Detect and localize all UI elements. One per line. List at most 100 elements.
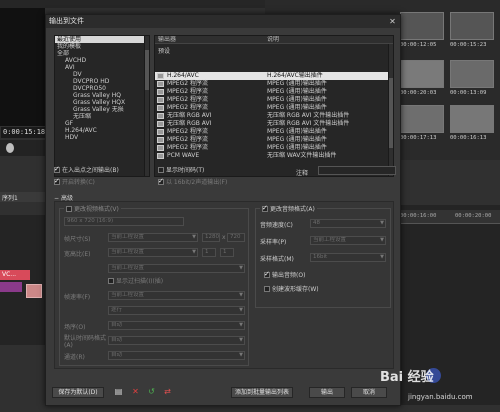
category-item[interactable]: 最近使用 <box>55 36 149 43</box>
output-audio-checkbox[interactable]: 输出音频(O) <box>264 270 305 280</box>
enable-convert-checkbox[interactable]: 开启转换(C) <box>54 177 95 187</box>
progressive-select[interactable]: 逐行 ▼ <box>108 306 245 315</box>
category-item[interactable]: DVCPRO50 <box>55 85 149 92</box>
change-video-format-checkbox[interactable]: 更改视频格式(V) <box>64 204 121 213</box>
category-scrollbar[interactable] <box>144 36 149 176</box>
exporter-row[interactable]: MPEG2 程序流 MPEG (通用)输出插件 <box>155 80 389 88</box>
export-icon[interactable]: ⇄ <box>163 387 172 396</box>
chevron-down-icon: ▼ <box>380 237 384 243</box>
exporter-row[interactable]: MPEG2 程序流 MPEG (通用)输出插件 <box>155 88 389 96</box>
chevron-down-icon: ▼ <box>239 337 243 343</box>
save-default-button[interactable]: 保存为默认(D) <box>52 387 104 398</box>
exporter-row[interactable]: MPEG2 程序流 MPEG (通用)输出插件 <box>155 128 389 136</box>
save-icon[interactable]: ▤ <box>114 387 123 396</box>
channel-select[interactable]: 自动 ▼ <box>108 351 245 360</box>
sample-rate-select[interactable]: 48 ▼ <box>310 219 386 228</box>
frame-width-input[interactable]: 1280 <box>202 233 220 242</box>
checkbox-icon[interactable] <box>158 167 164 173</box>
category-item[interactable]: 全部 <box>55 50 149 57</box>
asset-thumb-label: 00:00:20:03 <box>400 90 437 96</box>
aspect-x-input[interactable]: 1 <box>202 248 216 257</box>
asset-thumb[interactable] <box>400 12 444 40</box>
asset-thumb[interactable] <box>450 105 494 133</box>
exporter-row[interactable]: 无压缩 RGB AVI 无压缩 RGB AVI 文件输出插件 <box>155 120 389 128</box>
checkbox-checked-icon[interactable] <box>262 204 268 212</box>
checkbox-checked-icon[interactable] <box>54 177 60 185</box>
exporter-name: MPEG2 程序流 <box>167 128 208 135</box>
default-timecode-select[interactable]: 自动 ▼ <box>108 336 245 345</box>
field-order-select[interactable]: 自动 ▼ <box>108 321 245 330</box>
exporter-description: MPEG (通用)输出插件 <box>267 96 327 103</box>
category-item[interactable]: AVCHD <box>55 57 149 64</box>
category-item[interactable]: Grass Valley HQX <box>55 99 149 106</box>
exporter-row[interactable]: MPEG2 程序流 MPEG (通用)输出插件 <box>155 104 389 112</box>
overscan-checkbox[interactable]: 显示过扫描(I)(插) <box>108 278 163 286</box>
sample-format-select[interactable]: 当前工程设置 ▼ <box>310 236 386 245</box>
exporter-row[interactable]: MPEG2 程序流 MPEG (通用)输出插件 <box>155 96 389 104</box>
exporter-row[interactable]: H.264/AVC H.264/AVC输出插件 <box>155 72 389 80</box>
scrub-knob[interactable] <box>6 143 14 153</box>
scrub-bar[interactable] <box>0 140 45 156</box>
output-button[interactable]: 输出 <box>309 387 345 398</box>
exporter-row[interactable]: MPEG2 程序流 MPEG (通用)输出插件 <box>155 144 389 152</box>
category-item[interactable]: AVI <box>55 64 149 71</box>
column-exporter[interactable]: 输出器 <box>158 36 176 44</box>
waveform-cache-checkbox[interactable]: 创建波形缓存(W) <box>264 286 319 294</box>
show-timecode-checkbox[interactable]: 显示时间码(T) <box>158 167 204 175</box>
film-icon <box>157 121 164 127</box>
frame-rate-select[interactable]: 当前工程设置 ▼ <box>108 291 245 300</box>
chevron-down-icon: ▼ <box>380 254 384 260</box>
exporter-row[interactable]: 无压缩 RGB AVI 无压缩 RGB AVI 文件输出插件 <box>155 112 389 120</box>
aspect-ratio-select[interactable]: 当前工程设置 ▼ <box>108 248 198 257</box>
checkbox-icon[interactable] <box>66 206 72 212</box>
category-item[interactable]: 我的模板 <box>55 43 149 50</box>
category-item[interactable]: H.264/AVC <box>55 127 149 134</box>
category-item[interactable]: DV <box>55 71 149 78</box>
category-item[interactable]: GF <box>55 120 149 127</box>
in-out-only-checkbox[interactable]: 在入出点之间输出(B) <box>54 165 119 175</box>
notes-input[interactable] <box>318 166 396 175</box>
export-16bit-checkbox[interactable]: 以 16bit/2声道输出(F) <box>158 177 227 187</box>
asset-thumb-label: 00:00:15:23 <box>450 42 487 48</box>
film-icon <box>157 89 164 95</box>
aspect-y-input[interactable]: 1 <box>220 248 234 257</box>
category-item[interactable]: HDV <box>55 134 149 141</box>
exporter-list[interactable]: 输出器 说明 预设 H.264/AVC H.264/AVC输出插件 MPEG2 程序… <box>154 35 394 177</box>
times-icon: x <box>222 234 226 241</box>
category-tree[interactable]: 最近使用 我的模板 全部 AVCHD AVI DV DVCPRO HD DVCPRO50 Gra… <box>54 35 150 177</box>
category-item[interactable]: 无压缩 <box>55 113 149 120</box>
asset-thumb[interactable] <box>450 60 494 88</box>
exporter-row[interactable]: MPEG2 程序流 MPEG (通用)输出插件 <box>155 136 389 144</box>
checkbox-icon[interactable] <box>108 278 114 284</box>
exporter-scrollbar[interactable] <box>388 44 393 176</box>
field-order-label: 场序(O) <box>64 324 86 331</box>
column-description[interactable]: 说明 <box>267 36 279 44</box>
frame-height-input[interactable]: 720 <box>227 233 245 242</box>
checkbox-checked-icon[interactable] <box>54 165 60 173</box>
watermark-logo: Bai 经验 <box>380 370 434 385</box>
category-item[interactable]: DVCPRO HD <box>55 78 149 85</box>
category-item[interactable]: Grass Valley HQ <box>55 92 149 99</box>
frame-size-select[interactable]: 当前工程设置 ▼ <box>108 233 198 242</box>
exporter-description: 无压缩 WAV文件输出插件 <box>267 152 337 159</box>
asset-thumb[interactable] <box>450 12 494 40</box>
exporter-row[interactable]: PCM WAVE 无压缩 WAV文件输出插件 <box>155 152 389 160</box>
asset-thumb[interactable] <box>400 105 444 133</box>
scan-mode-select[interactable]: 当前工程设置 ▼ <box>108 264 245 273</box>
video-preset-select[interactable]: 960 x 720 (16:9) <box>64 217 184 226</box>
tab-sequence1[interactable]: 序列1 <box>2 193 18 202</box>
category-item[interactable]: Grass Valley 无损 <box>55 106 149 113</box>
checkbox-icon[interactable] <box>264 286 270 292</box>
video-format-group: 更改视频格式(V) 960 x 720 (16:9) 帧尺寸(S) 当前工程设置… <box>59 204 249 366</box>
video-clip[interactable]: VC... <box>0 270 30 280</box>
bit-depth-select[interactable]: 16bit ▼ <box>310 253 386 262</box>
asset-thumb[interactable] <box>400 60 444 88</box>
checkbox-checked-icon[interactable] <box>158 177 164 185</box>
add-to-batch-button[interactable]: 添加到批量输出列表 <box>231 387 293 398</box>
video-clip-2[interactable] <box>0 282 22 292</box>
delete-icon[interactable]: ✕ <box>131 387 140 396</box>
import-icon[interactable]: ↺ <box>147 387 156 396</box>
close-icon[interactable]: ✕ <box>388 17 397 26</box>
change-audio-format-checkbox[interactable]: 更改音频格式(A) <box>260 204 317 213</box>
checkbox-checked-icon[interactable] <box>264 270 270 278</box>
